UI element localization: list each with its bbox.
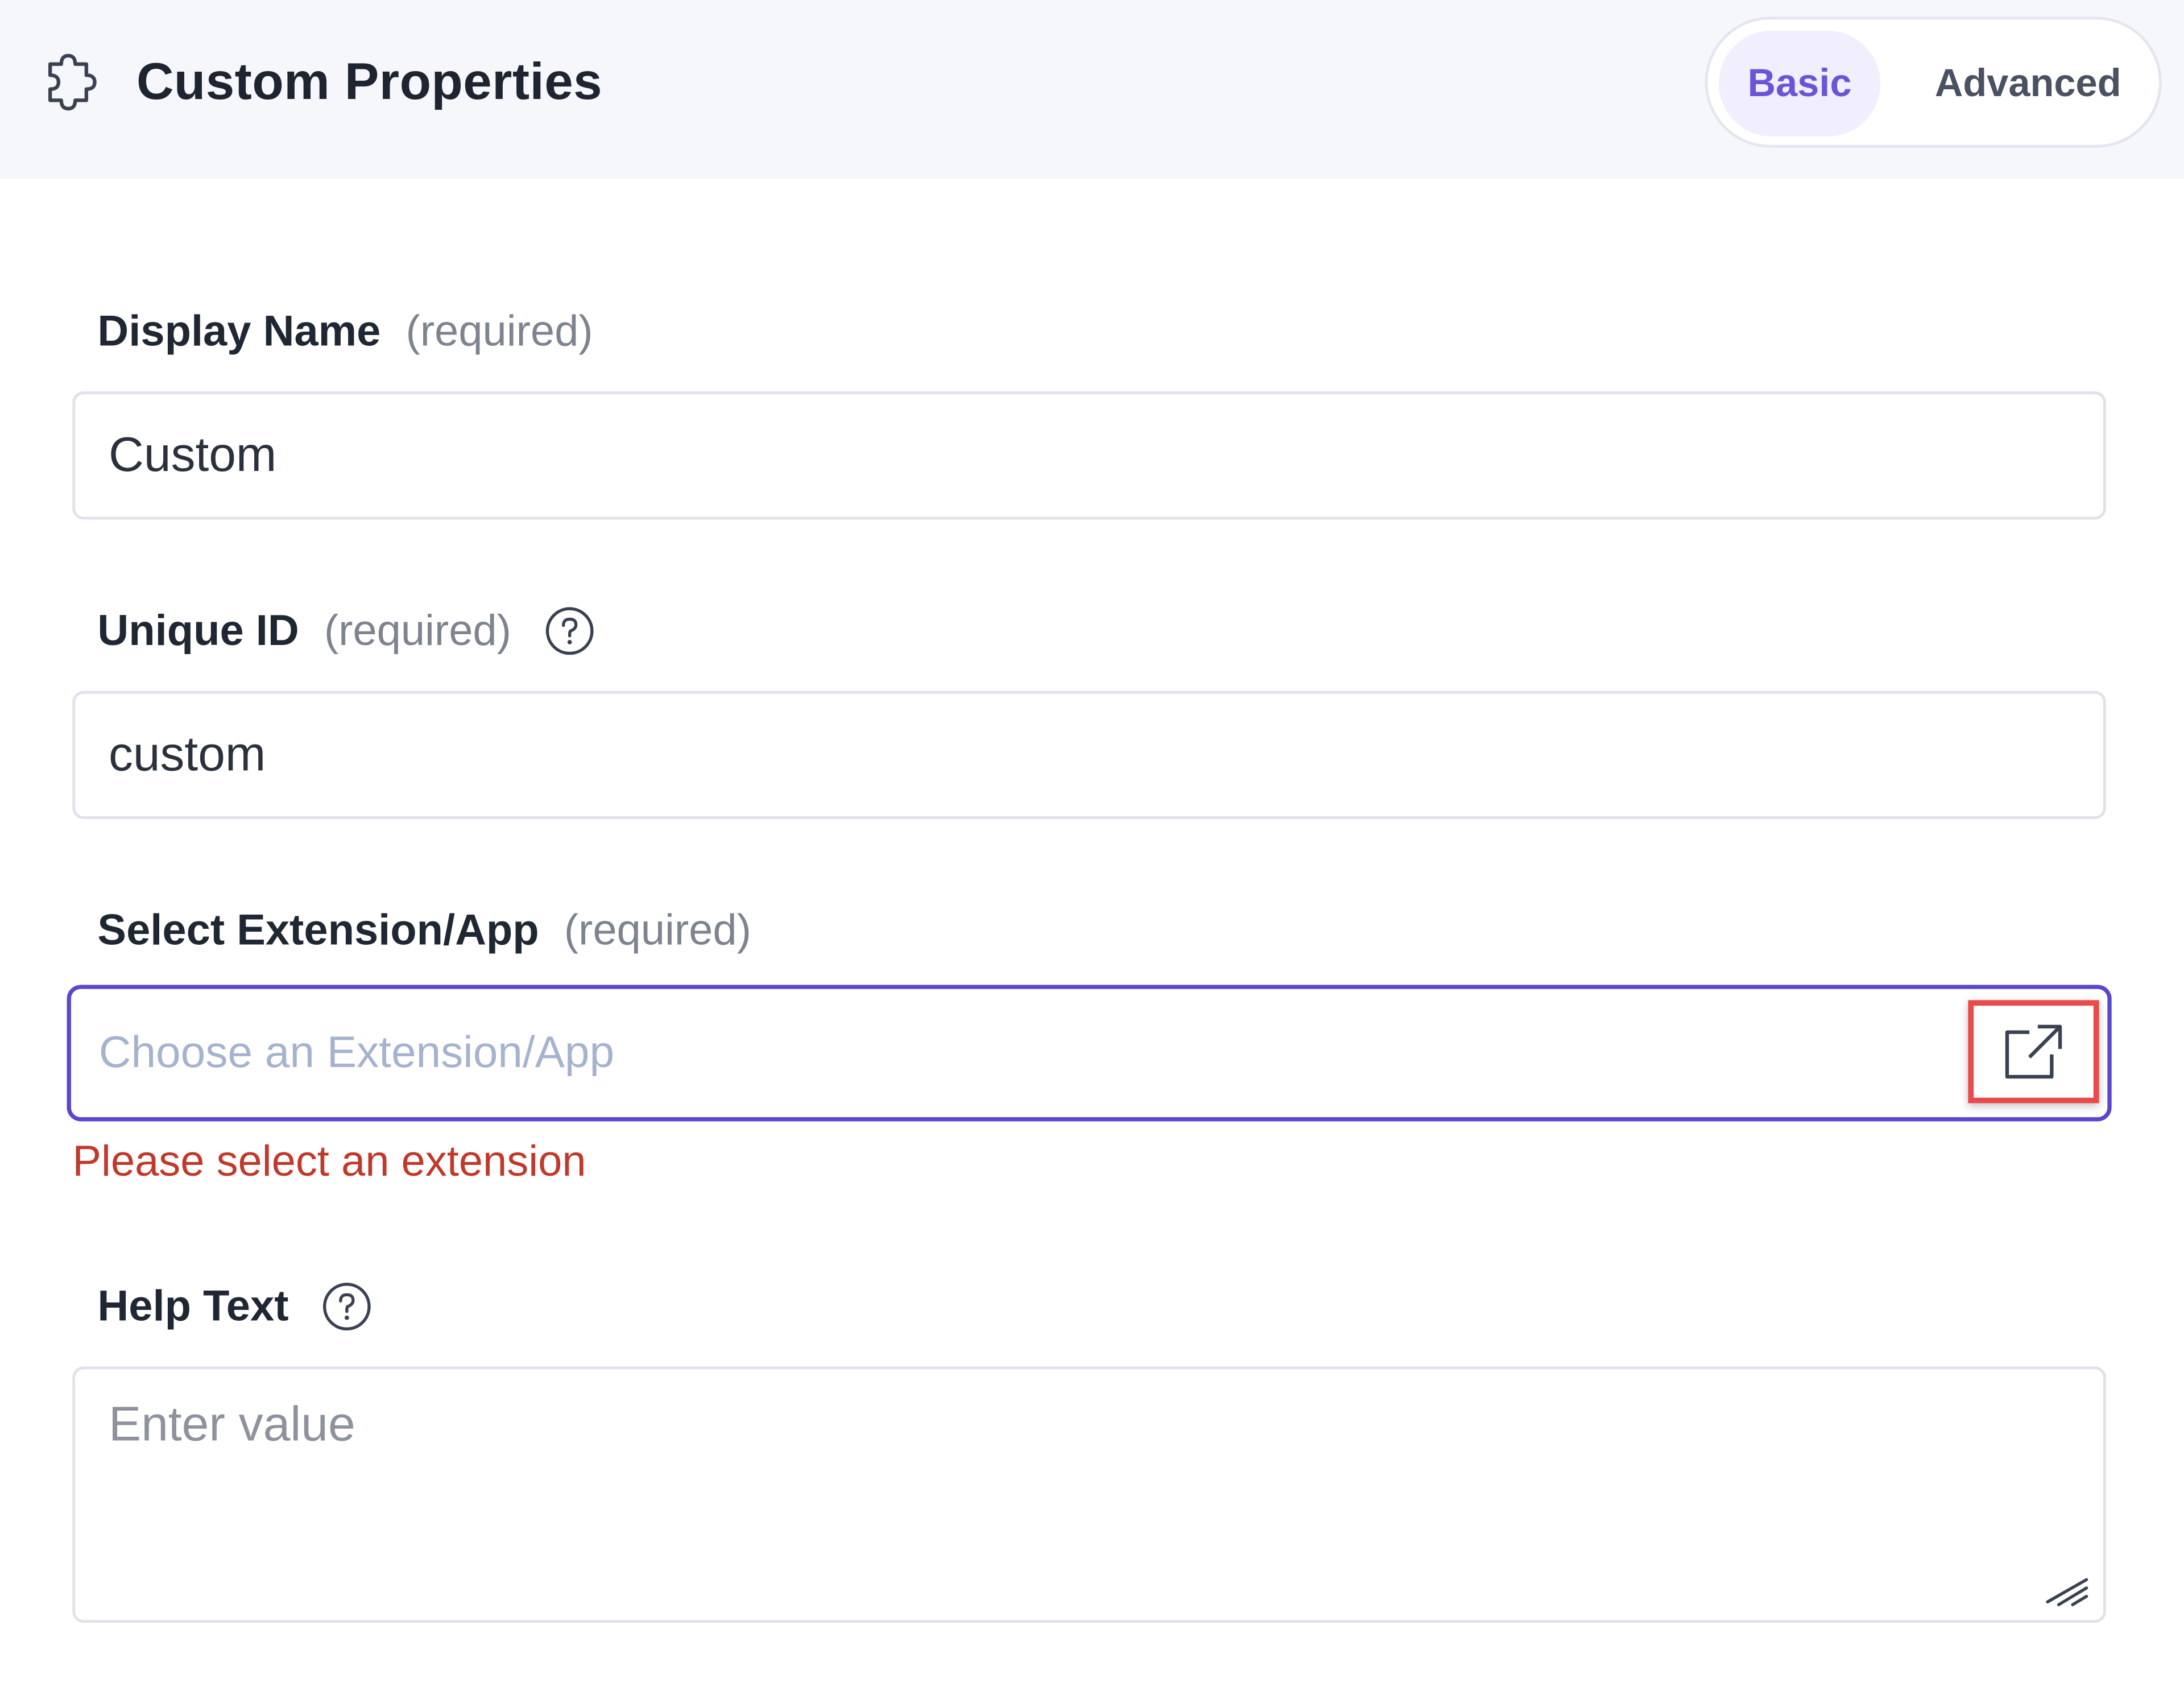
external-link-icon bbox=[2005, 1024, 2062, 1079]
display-name-label: Display Name (required) bbox=[97, 307, 593, 357]
open-extension-picker-button[interactable] bbox=[1968, 1000, 2099, 1103]
extension-label-text: Select Extension/App bbox=[97, 905, 539, 954]
unique-id-label-text: Unique ID bbox=[97, 606, 299, 655]
required-indicator: (required) bbox=[564, 905, 751, 954]
help-text-label: Help Text bbox=[97, 1281, 372, 1332]
custom-properties-panel: Custom Properties Basic Advanced Display… bbox=[0, 0, 2184, 1691]
resize-handle-icon[interactable] bbox=[2042, 1563, 2092, 1613]
advanced-mode-button[interactable]: Advanced bbox=[1902, 31, 2153, 137]
question-circle-icon[interactable] bbox=[545, 606, 595, 656]
unique-id-label: Unique ID (required) bbox=[97, 606, 594, 656]
extension-label: Select Extension/App (required) bbox=[97, 906, 751, 956]
required-indicator: (required) bbox=[324, 606, 511, 655]
unique-id-input[interactable] bbox=[72, 691, 2106, 820]
help-text-textarea[interactable] bbox=[72, 1366, 2106, 1623]
extension-select-placeholder: Choose an Extension/App bbox=[98, 1026, 615, 1077]
required-indicator: (required) bbox=[406, 306, 593, 355]
question-circle-icon[interactable] bbox=[322, 1281, 372, 1332]
puzzle-piece-icon bbox=[48, 53, 97, 111]
extension-select[interactable]: Choose an Extension/App bbox=[67, 985, 2112, 1122]
help-text-label-text: Help Text bbox=[97, 1281, 289, 1330]
display-name-label-text: Display Name bbox=[97, 306, 381, 355]
display-name-input[interactable] bbox=[72, 391, 2106, 520]
extension-error-message: Please select an extension bbox=[72, 1136, 586, 1186]
mode-toggle: Basic Advanced bbox=[1705, 16, 2162, 148]
panel-title: Custom Properties bbox=[136, 53, 603, 110]
basic-mode-button[interactable]: Basic bbox=[1719, 30, 1881, 137]
panel-header: Custom Properties Basic Advanced bbox=[0, 0, 2184, 179]
